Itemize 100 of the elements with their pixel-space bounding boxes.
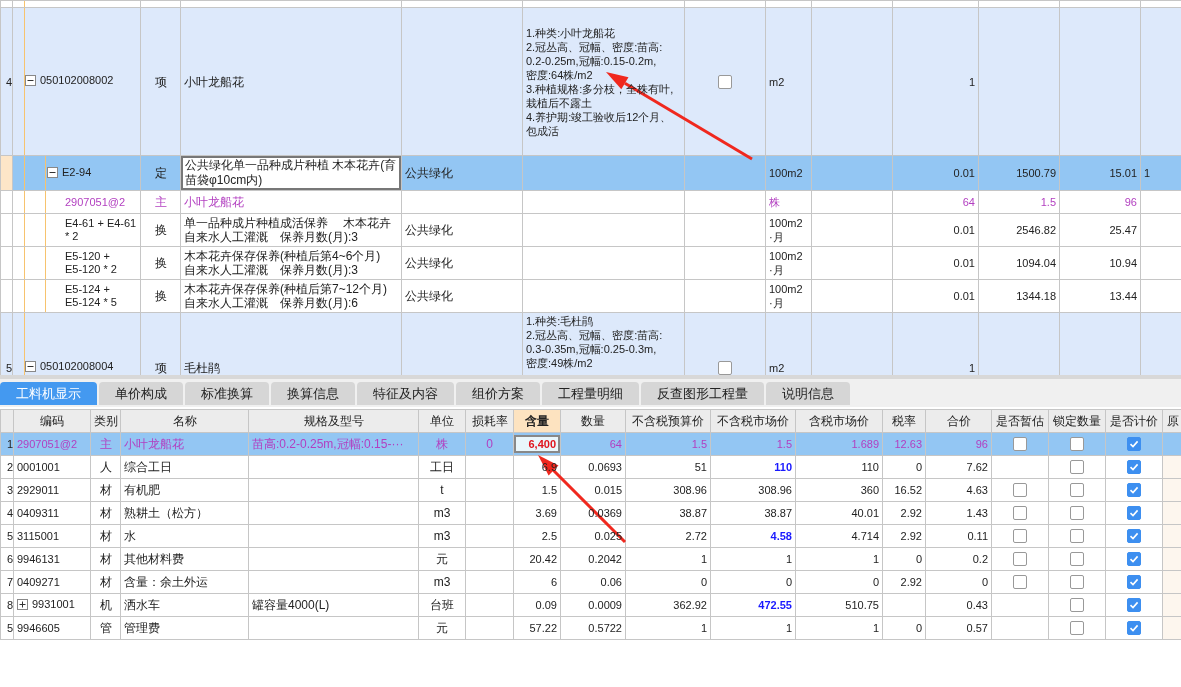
resource-name: 有机肥 — [124, 482, 160, 497]
checkbox[interactable] — [1013, 506, 1027, 521]
checkbox[interactable] — [1127, 460, 1141, 475]
column-header[interactable]: 含税市场价 — [795, 409, 883, 433]
resource-code: 0001001 — [17, 461, 60, 473]
tab[interactable]: 单价构成 — [99, 382, 183, 405]
collapse-icon[interactable] — [25, 361, 36, 372]
column-header[interactable]: 含量 — [513, 409, 561, 433]
content-input[interactable]: 6,400 — [514, 435, 560, 453]
checkbox[interactable] — [1070, 575, 1084, 590]
column-header[interactable]: 合价 — [925, 409, 992, 433]
unit-label: 株 — [436, 436, 448, 451]
checkbox[interactable] — [1070, 621, 1084, 636]
collapse-icon[interactable] — [47, 166, 58, 178]
item-code: 2907051@2 — [65, 195, 126, 209]
table-row[interactable]: E5-120 + E5-120 * 2 换 木本花卉保存保养(种植后第4~6个月) 自来水人工灌溉 保养月数(月):3 公共绿化 100m2 ·月 0.01 1094.04 10.94 — [0, 246, 1181, 280]
price-value: 308.96 — [673, 484, 707, 496]
table-row[interactable]: 7 0409271 材 含量：余土外运 m3 6 0.06 0 0 0 2.92 0 — [0, 570, 1181, 594]
table-row[interactable]: 8 9931001 机 洒水车 罐容量4000(L) 台班 0.09 0.0009 362.92 472.55 510.75 0.43 — [0, 593, 1181, 617]
category-label: 管 — [99, 620, 112, 635]
unit-label: m3 — [433, 506, 451, 520]
tab[interactable]: 换算信息 — [271, 382, 355, 405]
tab[interactable]: 工程量明细 — [542, 382, 639, 405]
content-value: 2.5 — [541, 530, 557, 542]
spec-text: 苗高:0.2-0.25m,冠幅:0.15-··· — [252, 436, 404, 451]
checkbox[interactable] — [1127, 529, 1141, 544]
column-header[interactable]: 锁定数量 — [1048, 409, 1106, 433]
column-header[interactable]: 不含税预算价 — [625, 409, 711, 433]
checkbox[interactable] — [1070, 460, 1084, 475]
table-row[interactable]: E5-124 + E5-124 * 5 换 木本花卉保存保养(种植后第7~12个月) 自来水人工灌溉 保养月数(月):6 公共绿化 100m2 ·月 0.01 1344.18 13.44 — [0, 279, 1181, 313]
checkbox[interactable] — [718, 360, 732, 375]
checkbox[interactable] — [1070, 598, 1084, 613]
name-input[interactable]: 公共绿化单一品种成片种植 木本花卉(育苗袋φ10cm内) — [181, 156, 401, 190]
checkbox[interactable] — [1127, 575, 1141, 590]
tab[interactable]: 说明信息 — [766, 382, 850, 405]
quantity-value: 0.2042 — [588, 553, 622, 565]
checkbox[interactable] — [1013, 483, 1027, 498]
checkbox[interactable] — [1013, 529, 1027, 544]
content-value: 20.42 — [529, 553, 557, 565]
resource-name: 水 — [124, 528, 136, 543]
column-header[interactable]: 是否计价 — [1105, 409, 1163, 433]
checkbox[interactable] — [1127, 598, 1141, 613]
column-header[interactable]: 损耗率 — [465, 409, 514, 433]
quantity-value: 1 — [968, 361, 975, 374]
checkbox[interactable] — [1070, 437, 1084, 452]
table-row[interactable]: 5 050102008004 项 毛杜鹃 1.种类:毛杜鹃 2.冠丛高、冠幅、密度:苗高: 0.3-0.35m,冠幅:0.25-0.3m, 密度:49株/m2 m2 1 — [0, 312, 1181, 375]
price-value: 2.72 — [685, 530, 707, 542]
checkbox[interactable] — [1070, 506, 1084, 521]
column-header[interactable]: 不含税市场价 — [710, 409, 796, 433]
column-header[interactable]: 类别 — [90, 409, 121, 433]
item-name: 小叶龙船花 — [184, 74, 244, 89]
category-label: 材 — [99, 551, 112, 566]
column-header[interactable]: 数量 — [560, 409, 626, 433]
checkbox[interactable] — [1070, 552, 1084, 567]
tab[interactable]: 标准换算 — [185, 382, 269, 405]
unit-label: 株 — [769, 196, 780, 208]
collapse-icon[interactable] — [25, 75, 36, 86]
checkbox[interactable] — [1013, 437, 1027, 452]
tab[interactable]: 反查图形工程量 — [641, 382, 764, 405]
row-number: 3 — [6, 484, 13, 496]
total-value: 1.43 — [966, 507, 988, 519]
column-header[interactable]: 单位 — [418, 409, 466, 433]
tab[interactable]: 组价方案 — [456, 382, 540, 405]
item-code: 050102008004 — [40, 360, 114, 373]
checkbox[interactable] — [1127, 506, 1141, 521]
table-row[interactable]: 3 2929011 材 有机肥 t 1.5 0.015 308.96 308.96 360 16.52 4.63 — [0, 478, 1181, 502]
column-header[interactable]: 是否暂估 — [991, 409, 1049, 433]
content-value: 1.5 — [541, 484, 557, 496]
table-row[interactable] — [0, 0, 1181, 8]
table-row[interactable]: E4-61 + E4-61 * 2 换 单一品种成片种植成活保养 木本花卉自来水人工灌溉 保养月数(月):3 公共绿化 100m2 ·月 0.01 2546.82 25.47 — [0, 213, 1181, 247]
checkbox[interactable] — [1127, 552, 1141, 567]
table-row[interactable]: 5 9946605 管 管理费 元 57.22 0.5722 1 1 1 0 0.57 — [0, 616, 1181, 640]
tax-rate: 0 — [915, 461, 922, 473]
resource-code: 0409311 — [17, 507, 59, 519]
price-value: 1.5 — [1040, 196, 1056, 208]
column-header[interactable]: 税率 — [882, 409, 926, 433]
checkbox[interactable] — [1070, 483, 1084, 498]
checkbox[interactable] — [1127, 437, 1141, 452]
checkbox[interactable] — [1013, 575, 1027, 590]
checkbox[interactable] — [1013, 552, 1027, 567]
table-row[interactable]: 2907051@2 主 小叶龙船花 株 64 1.5 96 — [0, 190, 1181, 214]
price-value: 0 — [785, 576, 792, 588]
column-header[interactable]: 名称 — [120, 409, 249, 433]
quantity-value: 0.01 — [953, 290, 975, 302]
total-value: 96 — [1124, 196, 1137, 208]
column-header[interactable]: 编码 — [13, 409, 91, 433]
checkbox[interactable] — [718, 74, 732, 89]
checkbox[interactable] — [1070, 529, 1084, 544]
resource-code: 9946131 — [17, 553, 60, 565]
table-row[interactable]: 6 9946131 材 其他材料费 元 20.42 0.2042 1 1 1 0 0.2 — [0, 547, 1181, 571]
price-value: 1.5 — [776, 438, 792, 450]
expand-icon[interactable] — [17, 598, 28, 610]
item-code: E2-94 — [62, 165, 92, 179]
price-value: 1 — [700, 553, 707, 565]
checkbox[interactable] — [1127, 483, 1141, 498]
column-header[interactable]: 规格及型号 — [248, 409, 419, 433]
checkbox[interactable] — [1127, 621, 1141, 636]
tab[interactable]: 特征及内容 — [357, 382, 454, 405]
table-row[interactable]: 1 2907051@2 主 小叶龙船花 苗高:0.2-0.25m,冠幅:0.15-··· 株 0 6,400 64 1.5 1.5 1.689 12.63 96 — [0, 432, 1181, 456]
row-number: 5 — [6, 530, 13, 542]
